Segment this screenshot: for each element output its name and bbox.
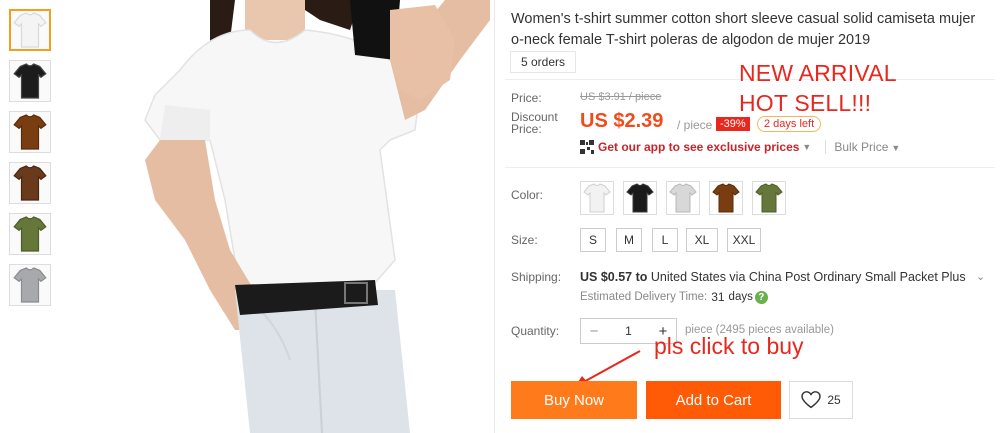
color-swatch[interactable] <box>580 181 614 215</box>
delivery-unit: days <box>728 291 753 303</box>
chevron-down-icon[interactable]: ⌄ <box>976 270 985 283</box>
size-option[interactable]: L <box>652 228 678 252</box>
size-option[interactable]: M <box>616 228 642 252</box>
discount-badge: -39% <box>716 117 750 131</box>
current-price: US $2.39 <box>580 110 664 132</box>
shipping-to: to <box>635 270 648 284</box>
bulk-price-label: Bulk Price <box>834 140 889 154</box>
discount-price-label: Discount Price: <box>511 111 558 135</box>
size-option[interactable]: XXL <box>727 228 761 252</box>
promo-hot-sell: HOT SELL!!! <box>739 90 872 116</box>
heart-icon <box>801 391 822 409</box>
original-price: US $3.91 / piece <box>580 91 662 103</box>
add-to-cart-button[interactable]: Add to Cart <box>646 381 781 419</box>
divider-line <box>505 167 995 168</box>
help-icon[interactable]: ? <box>754 290 768 304</box>
app-price-row: Get our app to see exclusive prices ▼ Bu… <box>580 140 900 154</box>
delivery-value: 31 <box>711 290 725 304</box>
product-thumbnail[interactable] <box>9 213 51 255</box>
promo-click-note: pls click to buy <box>654 333 804 359</box>
orders-count: 5 orders <box>510 51 577 73</box>
bulk-price-link[interactable]: Bulk Price ▼ <box>825 140 900 154</box>
size-option[interactable]: XL <box>686 228 718 252</box>
chevron-down-icon: ▼ <box>891 143 901 153</box>
price-unit: / piece <box>677 118 713 132</box>
qr-code-icon <box>580 140 594 154</box>
product-thumbnail[interactable] <box>9 111 51 153</box>
column-divider <box>494 0 495 433</box>
delivery-time: Estimated Delivery Time: 31 days ? <box>580 290 768 304</box>
color-swatch[interactable] <box>752 181 786 215</box>
color-swatch[interactable] <box>623 181 657 215</box>
discount-label-line2: Price: <box>511 122 542 136</box>
size-label: Size: <box>511 233 538 247</box>
shipping-cost: US $0.57 <box>580 270 633 284</box>
shipping-label: Shipping: <box>511 270 562 284</box>
wishlist-count: 25 <box>827 393 841 407</box>
quantity-label: Quantity: <box>511 324 560 338</box>
wishlist-button[interactable]: 25 <box>789 381 853 419</box>
product-thumbnail[interactable] <box>9 60 51 102</box>
product-thumbnail[interactable] <box>9 264 51 306</box>
buy-now-button[interactable]: Buy Now <box>511 381 637 419</box>
color-label: Color: <box>511 188 544 202</box>
promo-new-arrival: NEW ARRIVAL <box>739 60 897 86</box>
product-title: Women's t-shirt summer cotton short slee… <box>511 11 976 48</box>
app-exclusive-link[interactable]: Get our app to see exclusive prices <box>598 140 799 154</box>
chevron-down-icon: ▼ <box>802 142 812 152</box>
product-thumbnail[interactable] <box>9 162 51 204</box>
price-label: Price: <box>511 91 542 105</box>
color-swatch[interactable] <box>666 181 700 215</box>
delivery-label: Estimated Delivery Time: <box>580 291 708 303</box>
size-option[interactable]: S <box>580 228 606 252</box>
decrease-quantity-button[interactable]: − <box>581 323 607 340</box>
product-thumbnail[interactable] <box>9 9 51 51</box>
model-photo <box>144 0 490 433</box>
shipping-method-select[interactable]: US $0.57 to United States via China Post… <box>580 270 966 284</box>
thumbnail-list <box>9 9 55 315</box>
main-product-image <box>60 0 490 433</box>
time-left-badge: 2 days left <box>757 116 822 132</box>
quantity-input[interactable]: 1 <box>607 324 650 338</box>
shipping-destination: United States via China Post Ordinary Sm… <box>650 270 966 284</box>
color-swatch[interactable] <box>709 181 743 215</box>
